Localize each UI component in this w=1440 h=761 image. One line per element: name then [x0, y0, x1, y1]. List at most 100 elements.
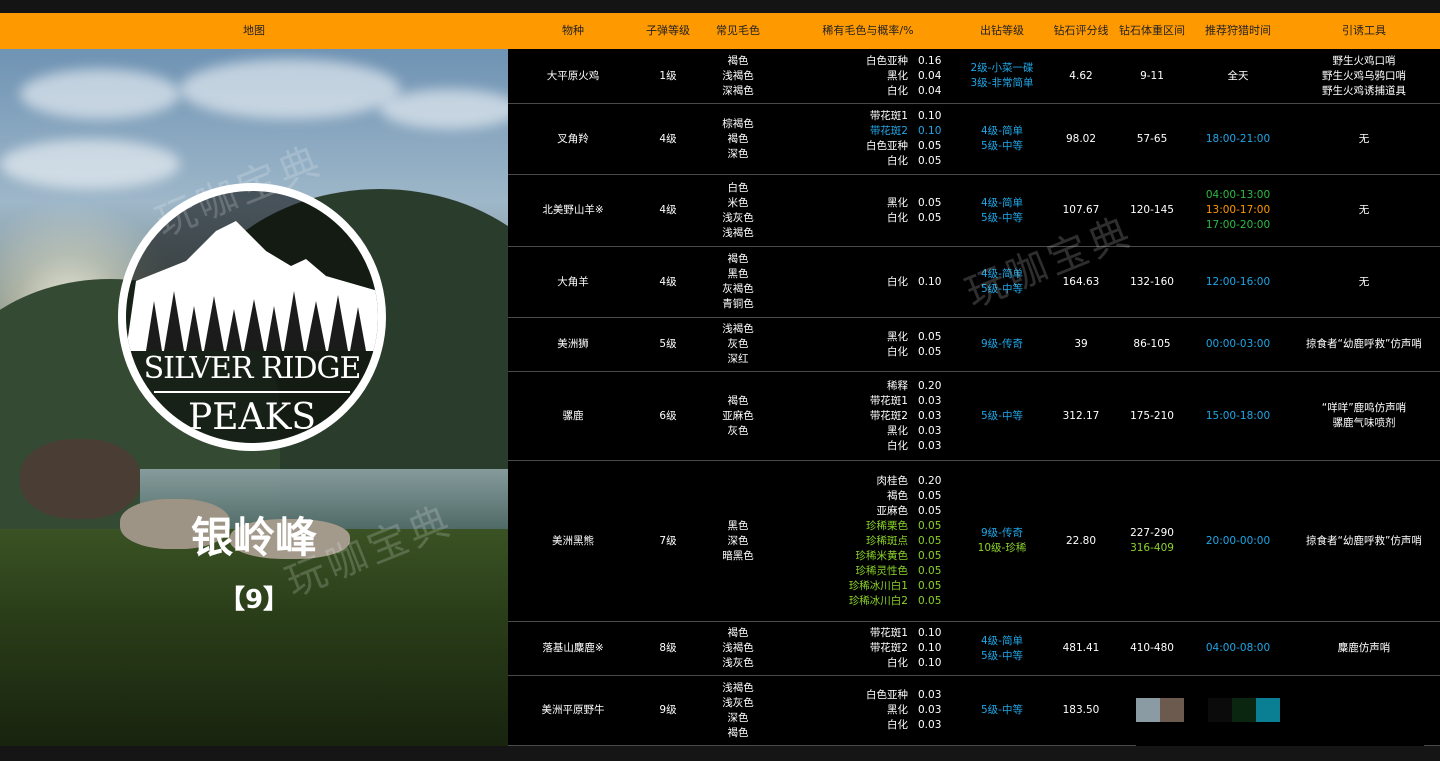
- lure-item: 掠食者“幼鹿呼救”仿声哨: [1306, 534, 1422, 547]
- ammo-level: 7级: [638, 461, 698, 621]
- rare-fur-entry: 白化 0.04: [808, 84, 958, 99]
- rare-fur-name: 褐色: [887, 489, 908, 502]
- hunt-time: 00:00-03:00: [1205, 338, 1271, 350]
- rare-fur-name: 带花斑1: [869, 110, 908, 122]
- rare-fur-list: 黑化 0.05 白化 0.05: [808, 318, 958, 371]
- header-rare-fur: 稀有毛色与概率/%: [822, 24, 914, 37]
- rare-fur-entry: 带花斑1 0.03: [808, 394, 958, 409]
- rare-fur-probability: 0.04: [918, 69, 942, 82]
- hunt-time: 04:00-08:00: [1205, 642, 1271, 654]
- lure-item: 无: [1358, 132, 1370, 145]
- rare-fur-entry: 带花斑2 0.03: [808, 409, 958, 424]
- species-name-text: 落基山麋鹿※: [542, 642, 604, 654]
- rare-fur-probability: 0.05: [918, 345, 942, 358]
- rare-fur-probability: 0.10: [918, 275, 942, 288]
- cloud: [380, 89, 508, 129]
- rare-fur-probability: 0.03: [918, 424, 942, 437]
- common-fur: 深红: [727, 353, 749, 365]
- common-fur: 米色: [727, 196, 749, 209]
- rare-fur-name: 带花斑2: [869, 409, 908, 422]
- rare-fur-name: 黑化: [887, 704, 908, 716]
- rare-fur-list: 白色亚种 0.16 黑化 0.04 白化 0.04: [808, 49, 958, 103]
- table-row: 美洲狮 5级 浅褐色 灰色 深红 黑化 0.05 白化 0.05 9级-传奇 39 86-105 00:…: [508, 318, 1440, 372]
- common-fur: 褐色: [727, 627, 749, 639]
- lure-list: 无: [1288, 104, 1440, 174]
- diamond-score-text: 481.41: [1062, 642, 1100, 654]
- rare-fur-entry: 珍稀灵性色 0.05: [808, 564, 958, 579]
- rare-fur-entry: 黑化 0.04: [808, 69, 958, 84]
- rare-fur-probability: 0.20: [918, 474, 942, 487]
- diamond-level-list: 5级-中等: [958, 676, 1046, 745]
- hunt-time-list: 04:00-08:00: [1188, 622, 1288, 675]
- diamond-level: 9级-传奇: [981, 338, 1023, 350]
- lure-item: 骡鹿气味喷剂: [1332, 417, 1396, 429]
- common-fur: 深色: [727, 534, 749, 547]
- diamond-level: 5级-中等: [981, 704, 1023, 716]
- rare-fur-probability: 0.03: [918, 704, 942, 716]
- rare-fur-probability: 0.10: [918, 110, 942, 122]
- rare-fur-name: 带花斑2: [869, 125, 908, 137]
- common-fur-list: 白色 米色 浅灰色 浅褐色: [698, 175, 778, 246]
- rare-fur-name: 肉桂色: [876, 474, 909, 487]
- common-fur-list: 褐色 浅褐色 浅灰色: [698, 622, 778, 675]
- rare-fur-entry: 白化 0.05: [808, 345, 958, 360]
- common-fur: 浅褐色: [722, 226, 754, 239]
- hunt-time: 全天: [1227, 69, 1249, 82]
- lure-item: 麋鹿仿声哨: [1337, 642, 1391, 654]
- diamond-score-text: 39: [1074, 338, 1088, 350]
- rare-fur-name: 带花斑1: [869, 394, 908, 407]
- rare-fur-entry: 肉桂色 0.20: [808, 474, 958, 489]
- rare-fur-probability: 0.05: [918, 489, 942, 502]
- diamond-weight: 227-290: [1130, 527, 1174, 539]
- rare-fur-probability: 0.10: [918, 642, 942, 654]
- rare-fur-probability: 0.10: [918, 627, 942, 639]
- rare-fur-list: 白化 0.10: [808, 247, 958, 317]
- lure-item: 掠食者“幼鹿呼救”仿声哨: [1306, 338, 1422, 350]
- diamond-weight: 132-160: [1130, 275, 1174, 288]
- rare-fur-probability: 0.05: [918, 211, 942, 224]
- rare-fur-name: 稀释: [887, 379, 908, 392]
- rare-fur-name: 珍稀冰川白2: [848, 594, 908, 607]
- map-panel: SILVER RIDGE PEAKS 银岭峰 【9】 玩咖宝典 玩咖宝典: [0, 49, 508, 746]
- diamond-score-text: 312.17: [1062, 409, 1100, 422]
- diamond-level: 4级-简单: [981, 196, 1023, 209]
- diamond-level: 5级-中等: [981, 211, 1023, 224]
- common-fur: 浅灰色: [722, 657, 754, 669]
- lure-item: 无: [1358, 204, 1370, 216]
- rare-fur-entry: 褐色 0.05: [808, 489, 958, 504]
- diamond-score: 312.17: [1046, 372, 1116, 460]
- diamond-weight-list: 86-105: [1116, 318, 1188, 371]
- rare-fur-name: 亚麻色: [876, 504, 909, 517]
- diamond-score: 39: [1046, 318, 1116, 371]
- lure-list: 无: [1288, 175, 1440, 246]
- rare-fur-name: 白色亚种: [866, 689, 908, 701]
- ammo-level-text: 4级: [659, 275, 677, 288]
- rare-fur-probability: 0.10: [918, 125, 942, 137]
- diamond-weight-list: 410-480: [1116, 622, 1188, 675]
- diamond-weight: 86-105: [1133, 338, 1171, 350]
- common-fur: 浅褐色: [722, 323, 754, 335]
- lure-list: 麋鹿仿声哨: [1288, 622, 1440, 675]
- lure-item: 野生火鸡诱捕道具: [1322, 84, 1406, 97]
- hunt-time-list: 18:00-21:00: [1188, 104, 1288, 174]
- header-map: 地图: [243, 24, 265, 37]
- rare-fur-entry: 带花斑1 0.10: [808, 109, 958, 124]
- rare-fur-entry: 黑化 0.05: [808, 330, 958, 345]
- rare-fur-probability: 0.05: [918, 140, 942, 152]
- rare-fur-probability: 0.04: [918, 84, 942, 97]
- species-name: 大角羊: [508, 247, 638, 317]
- rare-fur-probability: 0.05: [918, 196, 942, 209]
- ammo-level: 4级: [638, 247, 698, 317]
- ammo-level: 4级: [638, 104, 698, 174]
- header-ammo: 子弹等级: [646, 24, 690, 37]
- top-strip: [0, 0, 1440, 13]
- species-name-text: 美洲狮: [557, 338, 589, 350]
- common-fur: 浅褐色: [722, 642, 754, 654]
- header-common-fur: 常见毛色: [716, 24, 760, 37]
- species-name-text: 骡鹿: [562, 409, 584, 422]
- common-fur-list: 褐色 浅褐色 深褐色: [698, 49, 778, 103]
- rare-fur-name: 白色亚种: [866, 54, 908, 67]
- common-fur: 黑色: [727, 268, 749, 280]
- table-row: 北美野山羊※ 4级 白色 米色 浅灰色 浅褐色 黑化 0.05 白化 0.05 4级-简单 5级-中等…: [508, 175, 1440, 247]
- lure-item: “咩咩”鹿鸣仿声哨: [1321, 402, 1407, 414]
